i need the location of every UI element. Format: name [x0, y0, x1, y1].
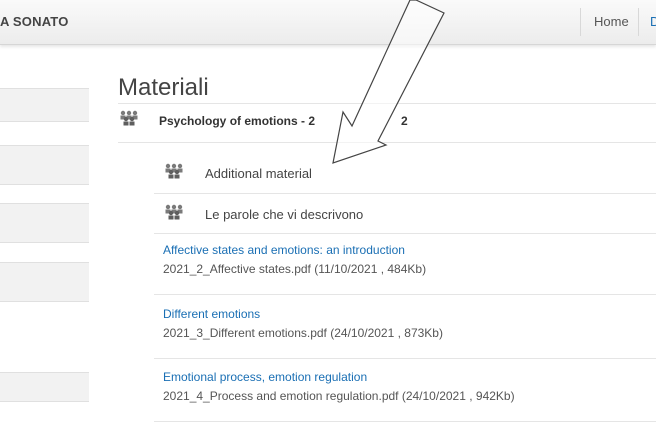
people-folder-icon	[165, 163, 183, 179]
divider	[154, 294, 656, 295]
brand-name: A SONATO	[0, 14, 69, 29]
people-folder-icon	[165, 204, 183, 220]
divider	[118, 142, 656, 143]
sidebar-block[interactable]	[0, 262, 89, 302]
file-info: 2021_2_Affective states.pdf (11/10/2021 …	[163, 262, 427, 276]
file-info: 2021_4_Process and emotion regulation.pd…	[163, 389, 515, 403]
people-folder-icon	[120, 110, 138, 126]
nav-home-link[interactable]: Home	[594, 14, 629, 29]
nav-divider	[638, 8, 639, 36]
folder-icon-wrap	[163, 163, 185, 179]
divider	[154, 233, 656, 234]
divider	[154, 358, 656, 359]
sidebar-block[interactable]	[0, 145, 89, 185]
course-folder-icon-wrap	[118, 110, 140, 126]
file-link-emotional-process[interactable]: Emotional process, emotion regulation	[163, 370, 367, 384]
sidebar-block[interactable]	[0, 203, 89, 243]
top-navbar: A SONATO Home D	[0, 0, 656, 45]
sidebar-block[interactable]	[0, 88, 89, 122]
course-title[interactable]: Psychology of emotions - 22	[159, 114, 408, 128]
file-link-affective-states[interactable]: Affective states and emotions: an introd…	[163, 243, 405, 257]
page-title: Materiali	[118, 74, 209, 101]
divider	[154, 421, 656, 422]
folder-link-le-parole[interactable]: Le parole che vi descrivono	[205, 207, 363, 222]
sidebar-block[interactable]	[0, 372, 89, 402]
divider	[118, 103, 656, 104]
nav-divider	[580, 8, 581, 36]
folder-link-additional-material[interactable]: Additional material	[205, 166, 312, 181]
divider	[154, 193, 656, 194]
nav-next-link[interactable]: D	[650, 14, 656, 29]
folder-icon-wrap	[163, 204, 185, 220]
file-info: 2021_3_Different emotions.pdf (24/10/202…	[163, 326, 443, 340]
file-link-different-emotions[interactable]: Different emotions	[163, 307, 260, 321]
